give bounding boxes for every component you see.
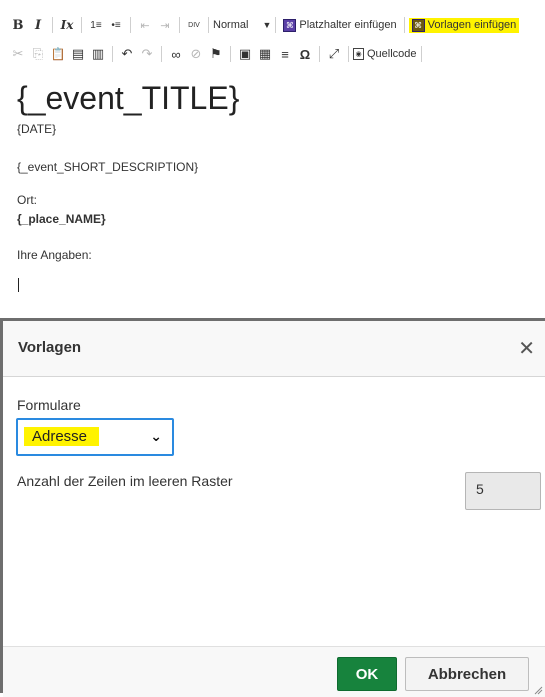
empty-grid-rows-input[interactable]: 5 <box>465 472 541 510</box>
date-placeholder: {DATE} <box>17 122 57 136</box>
outdent-icon[interactable]: ⇤ <box>135 14 155 36</box>
bold-button[interactable]: B <box>8 14 28 36</box>
paste-text-icon[interactable]: ▤ <box>68 43 88 65</box>
redo-icon[interactable]: ↷ <box>137 43 157 65</box>
location-label: Ort: <box>17 193 37 207</box>
format-dropdown[interactable]: Normal ▼ <box>213 19 271 31</box>
italic-button[interactable]: I <box>28 14 48 36</box>
toolbar-separator <box>130 17 131 33</box>
resize-grip-icon[interactable] <box>533 685 543 695</box>
ok-button[interactable]: OK <box>337 657 397 691</box>
source-code-icon: ◉ <box>353 48 364 60</box>
your-details-label: Ihre Angaben: <box>17 248 92 262</box>
cut-icon[interactable]: ✂ <box>8 43 28 65</box>
dialog-footer: OK Abbrechen <box>3 646 545 697</box>
close-icon[interactable]: ✕ <box>518 336 535 361</box>
dialog-header: Vorlagen ✕ <box>3 321 545 377</box>
editor-content[interactable]: {_event_TITLE} {DATE} {_event_SHORT_DESC… <box>17 78 527 292</box>
copy-icon[interactable]: ⎘ <box>28 43 48 65</box>
cancel-button[interactable]: Abbrechen <box>405 657 529 691</box>
rich-text-editor[interactable]: B I Ix 1≡ •≡ ⇤ ⇥ DIV Normal ▼ ⌘ Platzhal… <box>0 0 545 318</box>
toolbar-separator <box>112 46 113 62</box>
div-container-icon[interactable]: DIV <box>184 14 204 36</box>
toolbar-separator <box>348 46 349 62</box>
toolbar-separator <box>52 17 53 33</box>
toolbar-separator <box>275 17 277 33</box>
format-dropdown-value: Normal <box>213 19 249 31</box>
text-cursor <box>18 278 19 292</box>
insert-template-button[interactable]: ⌘ Vorlagen einfügen <box>408 17 520 33</box>
link-icon[interactable]: ∞ <box>166 43 186 65</box>
insert-template-label: Vorlagen einfügen <box>427 19 517 31</box>
toolbar-separator <box>81 17 82 33</box>
forms-select-value: Adresse <box>24 427 100 446</box>
forms-select[interactable]: Adresse ⌄ <box>16 418 174 456</box>
toolbar-separator <box>179 17 180 33</box>
insert-placeholder-label: Platzhalter einfügen <box>299 19 397 31</box>
empty-grid-rows-label: Anzahl der Zeilen im leeren Raster <box>17 473 233 489</box>
table-icon[interactable]: ▦ <box>255 43 275 65</box>
templates-dialog: Vorlagen ✕ Formulare Adresse ⌄ Anzahl de… <box>0 318 545 697</box>
toolbar-row-2: ✂ ⎘ 📋 ▤ ▥ ↶ ↷ ∞ ⊘ ⚑ ▣ ▦ ≡ Ω ⤢ ◉ Quellcod… <box>8 41 426 67</box>
dropdown-arrow-icon: ▼ <box>262 20 272 30</box>
paste-word-icon[interactable]: ▥ <box>88 43 108 65</box>
toolbar-separator <box>161 46 162 62</box>
numbered-list-icon[interactable]: 1≡ <box>86 14 106 36</box>
forms-label: Formulare <box>17 397 81 413</box>
paste-icon[interactable]: 📋 <box>48 43 68 65</box>
horizontal-line-icon[interactable]: ≡ <box>275 43 295 65</box>
place-name-placeholder: {_place_NAME} <box>17 212 106 226</box>
toolbar-separator <box>319 46 320 62</box>
template-plugin-icon: ⌘ <box>411 18 425 32</box>
source-code-button[interactable]: ◉ Quellcode <box>353 48 417 60</box>
placeholder-plugin-icon: ⌘ <box>283 18 297 32</box>
undo-icon[interactable]: ↶ <box>117 43 137 65</box>
maximize-icon[interactable]: ⤢ <box>324 43 344 65</box>
unlink-icon[interactable]: ⊘ <box>186 43 206 65</box>
special-character-icon[interactable]: Ω <box>295 43 315 65</box>
clear-format-icon[interactable]: Ix <box>57 14 77 36</box>
toolbar-separator <box>230 46 231 62</box>
toolbar-separator <box>208 17 209 33</box>
toolbar-separator <box>420 46 422 62</box>
anchor-flag-icon[interactable]: ⚑ <box>206 43 226 65</box>
toolbar-row-1: B I Ix 1≡ •≡ ⇤ ⇥ DIV Normal ▼ ⌘ Platzhal… <box>8 12 520 38</box>
short-description-placeholder: {_event_SHORT_DESCRIPTION} <box>17 160 199 174</box>
source-code-label: Quellcode <box>367 48 417 60</box>
image-icon[interactable]: ▣ <box>235 43 255 65</box>
document-title: {_event_TITLE} <box>17 80 240 116</box>
indent-icon[interactable]: ⇥ <box>155 14 175 36</box>
dialog-title: Vorlagen <box>18 339 82 356</box>
chevron-down-icon: ⌄ <box>150 428 162 444</box>
toolbar-separator <box>403 17 405 33</box>
insert-placeholder-button[interactable]: ⌘ Platzhalter einfügen <box>280 18 399 33</box>
bulleted-list-icon[interactable]: •≡ <box>106 14 126 36</box>
